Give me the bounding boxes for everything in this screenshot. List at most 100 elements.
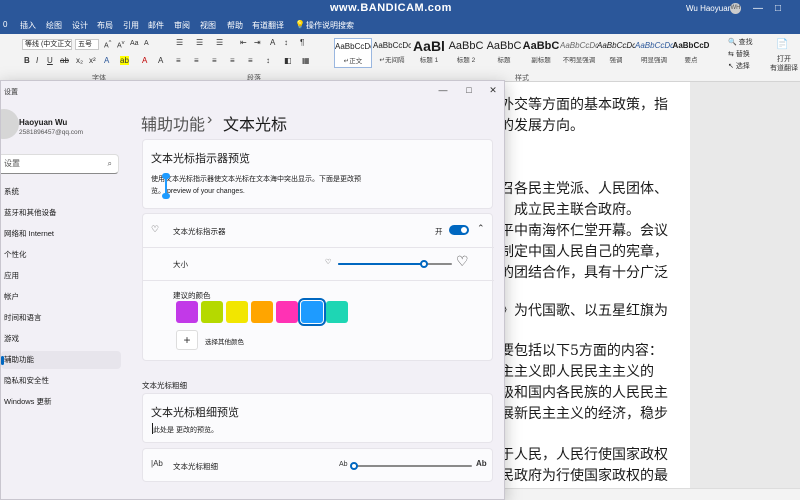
align-left-icon[interactable]: ≡ <box>176 56 181 65</box>
clear-format-icon[interactable]: A <box>144 40 149 47</box>
justify-icon[interactable]: ≡ <box>230 56 235 65</box>
underline-icon[interactable]: U <box>47 56 53 65</box>
settings-minimize-button[interactable]: — <box>431 83 455 97</box>
style-title[interactable]: AaBbC 标题 <box>485 38 523 68</box>
align-center-icon[interactable]: ≡ <box>194 56 199 65</box>
change-case-icon[interactable]: Aa <box>130 40 139 47</box>
shrink-font-icon[interactable]: Av <box>117 40 125 49</box>
nav-accessibility[interactable]: 辅助功能 <box>1 351 121 369</box>
tab-youdao[interactable]: 有道翻译 <box>252 20 284 31</box>
nav-gaming[interactable]: 游戏 <box>1 330 121 348</box>
increase-indent-icon[interactable]: ⇥ <box>254 38 261 47</box>
subscript-icon[interactable]: x₂ <box>76 56 83 65</box>
tab-clip[interactable]: 0 <box>3 20 7 29</box>
bold-icon[interactable]: B <box>24 56 30 65</box>
user-name[interactable]: Wu Haoyuan <box>686 4 732 13</box>
font-color-icon[interactable]: A <box>142 56 147 65</box>
bullets-icon[interactable]: ☰ <box>176 38 183 47</box>
color-swatch[interactable] <box>298 298 326 326</box>
style-emphasis[interactable]: AaBbCcDc 强调 <box>597 38 635 68</box>
style-normal[interactable]: AaBbCcDc ↵正文 <box>334 38 372 68</box>
text-effects-icon[interactable]: A <box>104 56 109 65</box>
shading-icon[interactable]: ◧ <box>284 56 292 65</box>
doc-line: 要包括以下5方面的内容： <box>500 343 663 359</box>
nav-personalization[interactable]: 个性化 <box>1 246 121 264</box>
font-name-box[interactable]: 等线 (中文正文) <box>22 39 72 50</box>
color-swatch[interactable] <box>276 301 298 323</box>
replace-button[interactable]: ⇆ 替换 <box>728 49 750 59</box>
thickness-preview-text: 此处是 更改的预览。 <box>153 427 218 434</box>
tab-view[interactable]: 视图 <box>200 20 216 31</box>
grow-font-icon[interactable]: A^ <box>104 40 111 49</box>
tab-design[interactable]: 设计 <box>72 20 88 31</box>
style-heading2[interactable]: AaBbC 标题 2 <box>447 38 485 68</box>
size-slider[interactable] <box>338 260 452 268</box>
highlight-icon[interactable]: ab <box>120 56 129 65</box>
document-page[interactable]: 外交等方面的基本政策，指 的发展方向。 召各民主党派、人民团体、 、成立民主联合… <box>500 82 690 500</box>
thickness-slider-thumb[interactable] <box>350 462 358 470</box>
breadcrumb-parent[interactable]: 辅助功能 <box>141 111 205 135</box>
style-no-spacing[interactable]: AaBbCcDc ↵无间隔 <box>373 38 411 68</box>
nav-system[interactable]: 系统 <box>1 183 121 201</box>
nav-windows-update[interactable]: Windows 更新 <box>1 393 121 411</box>
color-swatch[interactable] <box>201 301 223 323</box>
color-swatch[interactable] <box>226 301 248 323</box>
translate-label[interactable]: 有道翻译 <box>770 63 798 73</box>
word-maximize-button[interactable]: □ <box>768 0 788 18</box>
sort-icon[interactable]: ↕ <box>284 38 288 47</box>
nav-time-language[interactable]: 时间和语言 <box>1 309 121 327</box>
strikethrough-icon[interactable]: ab <box>60 56 69 65</box>
color-swatch[interactable] <box>251 301 273 323</box>
settings-search-input[interactable]: 设置 ⌕ <box>1 154 119 174</box>
tab-insert[interactable]: 插入 <box>20 20 36 31</box>
tab-help[interactable]: 帮助 <box>227 20 243 31</box>
size-slider-thumb[interactable] <box>420 260 428 268</box>
toggle-state-label: 开 <box>435 227 443 236</box>
decrease-indent-icon[interactable]: ⇤ <box>240 38 247 47</box>
other-color-label[interactable]: 选择其他颜色 <box>205 336 244 346</box>
user-avatar[interactable]: WH <box>730 3 741 14</box>
thickness-slider[interactable] <box>350 462 472 470</box>
tab-layout[interactable]: 布局 <box>97 20 113 31</box>
tab-draw[interactable]: 绘图 <box>46 20 62 31</box>
settings-close-button[interactable]: ✕ <box>481 83 504 97</box>
select-button[interactable]: ↖ 选择 <box>728 61 750 71</box>
distributed-icon[interactable]: ≡ <box>248 56 253 65</box>
tab-references[interactable]: 引用 <box>123 20 139 31</box>
indicator-toggle[interactable] <box>449 225 469 235</box>
chinese-layout-icon[interactable]: A <box>270 38 275 47</box>
nav-privacy[interactable]: 隐私和安全性 <box>1 372 121 390</box>
italic-icon[interactable]: I <box>36 56 38 65</box>
style-strong[interactable]: AaBbCcD 要点 <box>672 38 710 68</box>
add-color-button[interactable]: + <box>176 330 198 350</box>
font-size-box[interactable]: 五号 <box>75 39 99 50</box>
tell-me-search[interactable]: 操作说明搜索 <box>306 20 354 31</box>
tab-mailings[interactable]: 邮件 <box>148 20 164 31</box>
multilevel-icon[interactable]: ☰ <box>216 38 223 47</box>
char-shading-icon[interactable]: A <box>158 56 163 65</box>
line-spacing-icon[interactable]: ↕ <box>266 56 270 65</box>
profile-avatar[interactable] <box>1 109 19 139</box>
superscript-icon[interactable]: x² <box>89 56 96 65</box>
nav-network[interactable]: 网络和 Internet <box>1 225 121 243</box>
numbering-icon[interactable]: ☰ <box>196 38 203 47</box>
find-button[interactable]: 🔍 查找 <box>728 37 753 47</box>
style-intense-emphasis[interactable]: AaBbCcDc 明显强调 <box>635 38 673 68</box>
chevron-up-icon[interactable]: ⌃ <box>477 224 485 233</box>
style-heading1[interactable]: AaBl 标题 1 <box>410 38 448 68</box>
nav-accounts[interactable]: 帐户 <box>1 288 121 306</box>
tab-review[interactable]: 审阅 <box>174 20 190 31</box>
nav-bluetooth[interactable]: 蓝牙和其他设备 <box>1 204 121 222</box>
show-marks-icon[interactable]: ¶ <box>300 38 304 47</box>
nav-apps[interactable]: 应用 <box>1 267 121 285</box>
search-icon[interactable]: ⌕ <box>108 155 112 173</box>
word-minimize-button[interactable]: — <box>748 0 768 18</box>
style-subtitle[interactable]: AaBbC 副标题 <box>522 38 560 68</box>
settings-maximize-button[interactable]: □ <box>457 83 481 97</box>
translate-icon[interactable]: 📄 <box>776 39 788 50</box>
color-swatch[interactable] <box>326 301 348 323</box>
align-right-icon[interactable]: ≡ <box>212 56 217 65</box>
color-swatch[interactable] <box>176 301 198 323</box>
borders-icon[interactable]: ▦ <box>302 56 310 65</box>
style-subtle-emphasis[interactable]: AaBbCcDc 不明显强调 <box>560 38 598 68</box>
